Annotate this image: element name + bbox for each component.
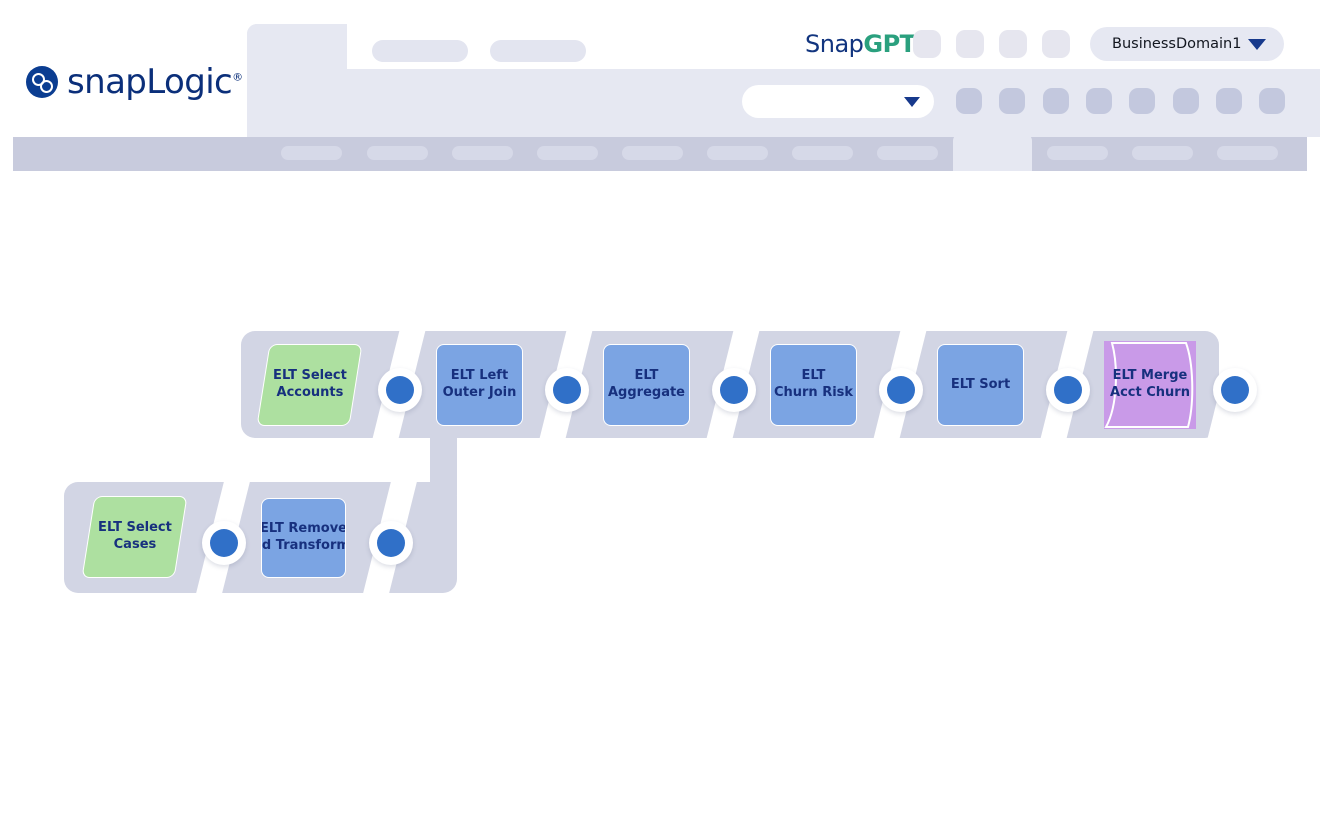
toolbar-icon-8[interactable] <box>1259 88 1285 114</box>
toolbar-icon-2[interactable] <box>999 88 1025 114</box>
app-root: snapLogic® SnapGPT BusinessDomain1 ELT S… <box>0 0 1320 814</box>
nav-pill-2[interactable] <box>490 40 586 62</box>
toolbar-icon-7[interactable] <box>1216 88 1242 114</box>
toolbar-pill-11[interactable] <box>1217 146 1278 160</box>
nav-pill-1[interactable] <box>372 40 468 62</box>
pipeline-canvas[interactable]: ELT Select Accounts ELT Left Outer Join … <box>0 171 1320 814</box>
pipeline-link-bead[interactable] <box>1213 368 1257 412</box>
chevron-down-icon <box>1248 38 1266 50</box>
snaplogic-mark-icon <box>26 66 58 98</box>
pipeline-node-elt-churn-risk[interactable]: ELT Churn Risk <box>770 344 857 426</box>
pipeline-link-bead[interactable] <box>369 521 413 565</box>
node-label: ELT Select Cases <box>97 520 172 552</box>
node-label: ELT Sort <box>950 376 1011 392</box>
app-header: snapLogic® SnapGPT BusinessDomain1 <box>0 0 1320 171</box>
pipeline-node-elt-aggregate[interactable]: ELT Aggregate <box>603 344 690 426</box>
header-icon-2[interactable] <box>956 30 984 58</box>
node-label: ELT Remove Id Transform <box>261 521 346 553</box>
node-label: ELT Left Outer Join <box>442 368 517 400</box>
toolbar-pill-2[interactable] <box>367 146 428 160</box>
toolbar-pill-5[interactable] <box>622 146 683 160</box>
toolbar-pill-4[interactable] <box>537 146 598 160</box>
pipeline-link-bead[interactable] <box>378 368 422 412</box>
toolbar-icon-5[interactable] <box>1129 88 1155 114</box>
pipeline-link-bead[interactable] <box>202 521 246 565</box>
toolbar-pill-8[interactable] <box>877 146 938 160</box>
node-label: ELT Merge Acct Churn <box>1110 368 1190 400</box>
node-label: ELT Aggregate <box>607 368 685 400</box>
header-icon-1[interactable] <box>913 30 941 58</box>
pipeline-node-elt-sort[interactable]: ELT Sort <box>937 344 1024 426</box>
snapgpt-gpt-text: GPT <box>863 30 916 58</box>
toolbar-pill-10[interactable] <box>1132 146 1193 160</box>
toolbar-pill-3[interactable] <box>452 146 513 160</box>
pipeline-link-bead[interactable] <box>879 368 923 412</box>
search-dropdown[interactable] <box>742 85 934 118</box>
pipeline-link-bead[interactable] <box>1046 368 1090 412</box>
toolbar-strip-left <box>13 137 247 171</box>
brand-name: snapLogic <box>67 62 233 102</box>
header-icon-4[interactable] <box>1042 30 1070 58</box>
toolbar-icon-6[interactable] <box>1173 88 1199 114</box>
pipeline-node-elt-merge-acct-churn[interactable]: ELT Merge Acct Churn <box>1104 341 1196 429</box>
header-icon-3[interactable] <box>999 30 1027 58</box>
toolbar-active-tab[interactable] <box>953 133 1032 171</box>
business-domain-selector[interactable]: BusinessDomain1 <box>1090 27 1284 61</box>
node-label: ELT Select Accounts <box>272 368 347 400</box>
pipeline-node-elt-remove-id-transform[interactable]: ELT Remove Id Transform <box>261 498 346 578</box>
pipeline-node-elt-left-outer-join[interactable]: ELT Left Outer Join <box>436 344 523 426</box>
header-left-tab[interactable] <box>247 24 347 137</box>
business-domain-label: BusinessDomain1 <box>1112 36 1242 52</box>
toolbar-pill-1[interactable] <box>281 146 342 160</box>
snapgpt-logo[interactable]: SnapGPT <box>805 32 916 56</box>
toolbar-pill-7[interactable] <box>792 146 853 160</box>
pipeline-link-bead[interactable] <box>545 368 589 412</box>
toolbar-icon-1[interactable] <box>956 88 982 114</box>
toolbar-icon-3[interactable] <box>1043 88 1069 114</box>
pipeline-node-elt-select-accounts[interactable]: ELT Select Accounts <box>256 344 363 426</box>
snaplogic-logo[interactable]: snapLogic® <box>26 58 243 106</box>
pipeline-node-elt-select-cases[interactable]: ELT Select Cases <box>81 496 188 578</box>
toolbar-pill-6[interactable] <box>707 146 768 160</box>
snapgpt-snap-text: Snap <box>805 30 864 58</box>
snaplogic-wordmark: snapLogic® <box>67 65 243 99</box>
brand-registered-mark: ® <box>232 70 243 84</box>
toolbar-icon-4[interactable] <box>1086 88 1112 114</box>
toolbar-pill-9[interactable] <box>1047 146 1108 160</box>
chevron-down-icon <box>904 96 920 107</box>
pipeline-link-bead[interactable] <box>712 368 756 412</box>
node-label: ELT Churn Risk <box>773 368 854 400</box>
